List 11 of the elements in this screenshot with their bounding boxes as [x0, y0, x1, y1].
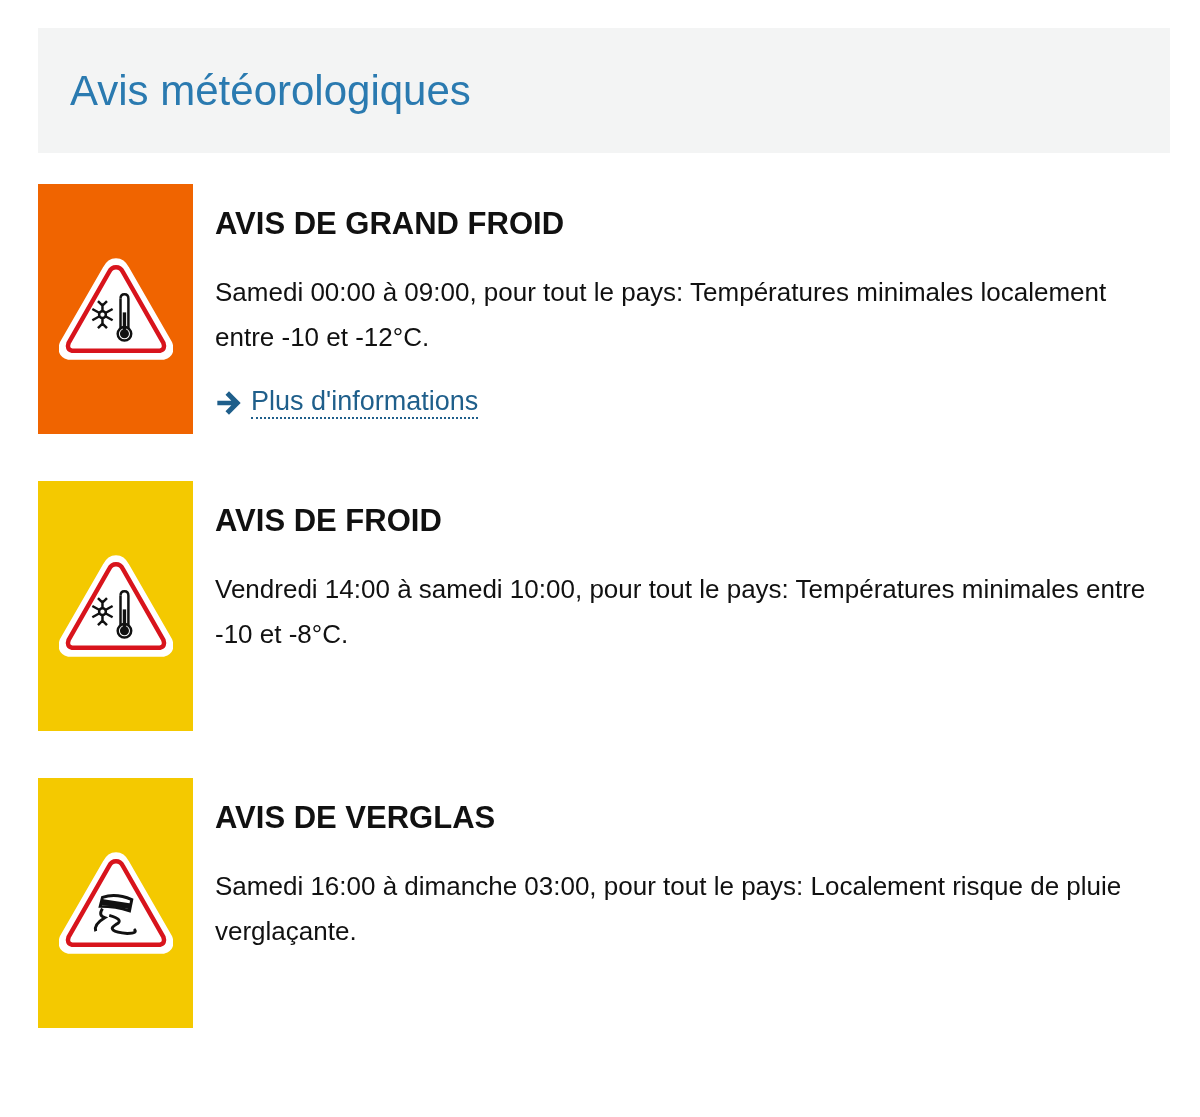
alert-description: Samedi 16:00 à dimanche 03:00, pour tout le pays: Localement risque de pluie verglaçante. — [215, 870, 1123, 948]
snowflake-thermometer-warning-icon — [58, 256, 173, 362]
skidding-car-warning-icon — [58, 850, 173, 956]
alert-description: Samedi 00:00 à 09:00, pour tout le pays: Températures minimales localement entre -10 et -12°C. — [215, 276, 1108, 354]
snowflake-thermometer-warning-icon — [58, 553, 173, 659]
page-title: Avis météorologiques — [70, 66, 471, 115]
more-info-link[interactable]: Plus d'informations — [251, 386, 479, 419]
alert-title: AVIS DE FROID — [215, 503, 443, 539]
alert-description: Vendredi 14:00 à samedi 10:00, pour tout le pays: Températures minimales entre -10 et -8°C. — [215, 573, 1147, 651]
alert-title: AVIS DE VERGLAS — [215, 800, 497, 836]
alert-title: AVIS DE GRAND FROID — [215, 206, 566, 242]
